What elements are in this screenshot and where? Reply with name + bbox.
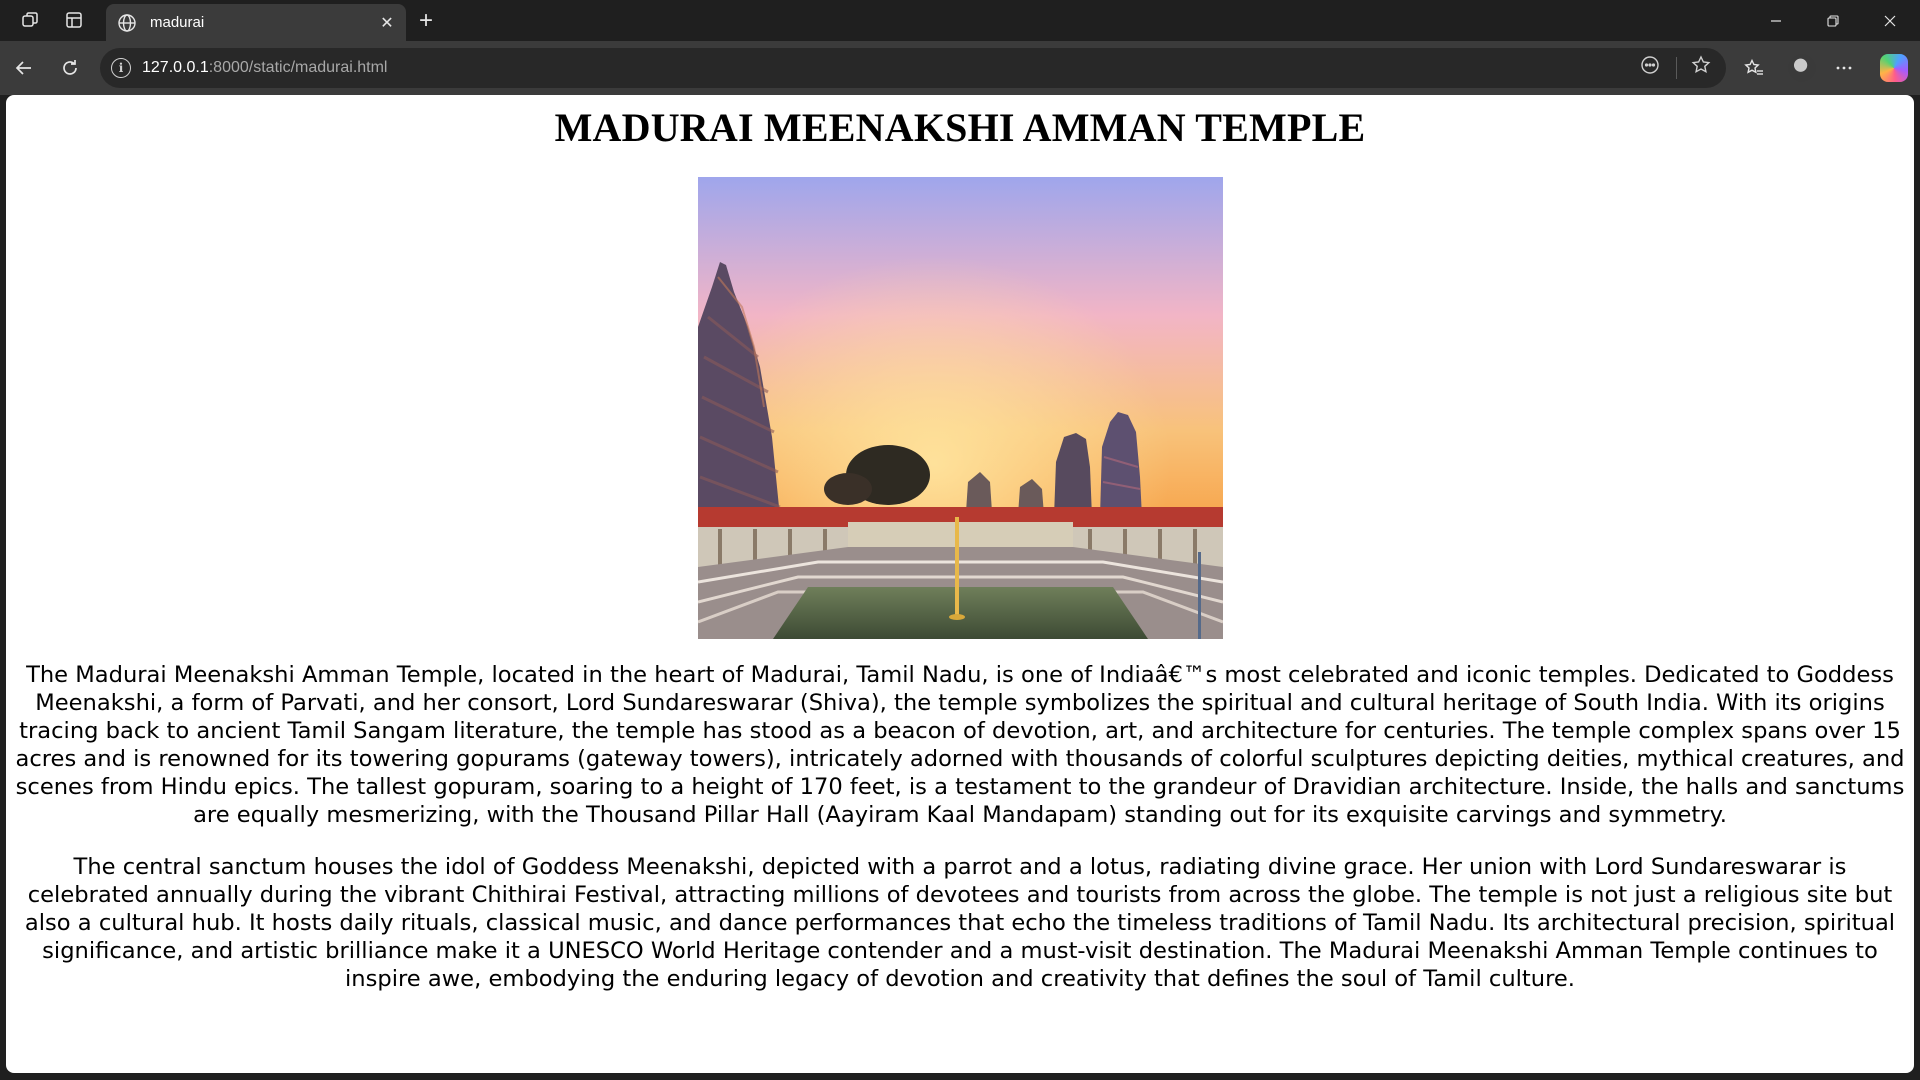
minimize-icon[interactable] <box>1748 0 1804 41</box>
favorites-icon[interactable] <box>1736 50 1772 86</box>
read-aloud-icon[interactable] <box>1636 51 1664 79</box>
close-icon[interactable]: ✕ <box>374 10 400 36</box>
page-viewport: MADURAI MEENAKSHI AMMAN TEMPLE The Madur… <box>6 95 1914 1073</box>
back-arrow-icon[interactable] <box>6 50 42 86</box>
page-title: MADURAI MEENAKSHI AMMAN TEMPLE <box>554 105 1366 150</box>
url-host: 127.0.0.1 <box>142 59 209 76</box>
toolbar-separator <box>1676 57 1677 79</box>
globe-icon <box>116 12 138 34</box>
url-path: :8000/static/madurai.html <box>208 59 388 76</box>
info-icon[interactable]: i <box>111 58 131 78</box>
url-text: 127.0.0.1:8000/static/madurai.html <box>142 59 387 77</box>
star-icon[interactable] <box>1687 51 1715 79</box>
paragraph-intro: The Madurai Meenakshi Amman Temple, loca… <box>15 662 1905 828</box>
more-icon[interactable] <box>1826 50 1862 86</box>
close-window-icon[interactable] <box>1862 0 1918 41</box>
temple-photo <box>698 177 1223 639</box>
tab-strip: madurai ✕ + <box>0 0 1920 41</box>
tab-madurai[interactable]: madurai ✕ <box>106 4 406 41</box>
vertical-tabs-icon[interactable] <box>56 2 92 38</box>
article-body: The Madurai Meenakshi Amman Temple, loca… <box>12 661 1908 993</box>
workspaces-icon[interactable] <box>12 2 48 38</box>
tab-title: madurai <box>150 14 205 31</box>
profile-avatar[interactable] <box>1788 54 1816 82</box>
paragraph-sanctum: The central sanctum houses the idol of G… <box>24 854 1896 992</box>
refresh-icon[interactable] <box>52 50 88 86</box>
browser-toolbar: i 127.0.0.1:8000/static/madurai.html <box>0 41 1920 95</box>
plus-icon[interactable]: + <box>408 3 444 39</box>
copilot-icon[interactable] <box>1880 54 1908 82</box>
restore-icon[interactable] <box>1805 0 1861 41</box>
address-bar[interactable]: i 127.0.0.1:8000/static/madurai.html <box>100 48 1726 88</box>
